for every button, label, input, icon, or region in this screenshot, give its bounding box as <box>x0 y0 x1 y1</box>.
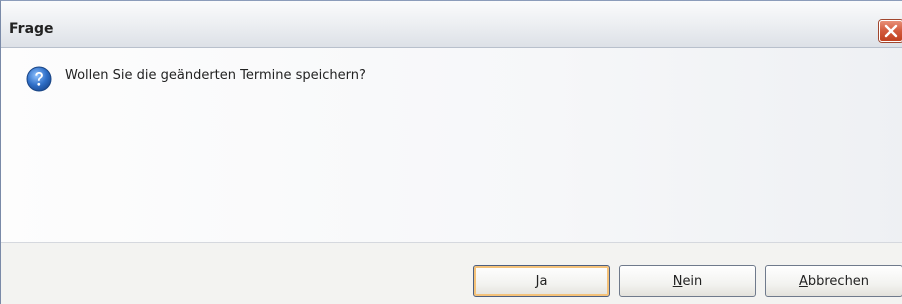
button-bar: Ja Nein Abbrechen <box>1 243 902 304</box>
dialog-message: Wollen Sie die geänderten Termine speich… <box>65 68 366 83</box>
cancel-button-label: Abbrechen <box>798 273 870 289</box>
no-button-label: Nein <box>672 273 703 289</box>
question-icon <box>26 66 52 92</box>
close-icon <box>884 24 898 38</box>
no-button[interactable]: Nein <box>619 265 756 297</box>
close-button[interactable] <box>879 20 902 42</box>
title-bar[interactable]: Frage <box>1 1 902 48</box>
yes-button-label: Ja <box>535 273 548 289</box>
window-title: Frage <box>9 21 54 37</box>
dialog-window: Frage Wollen Sie die geänderten Termine … <box>0 0 902 304</box>
cancel-button[interactable]: Abbrechen <box>765 265 902 297</box>
yes-button[interactable]: Ja <box>473 265 610 297</box>
dialog-content: Wollen Sie die geänderten Termine speich… <box>1 48 902 243</box>
